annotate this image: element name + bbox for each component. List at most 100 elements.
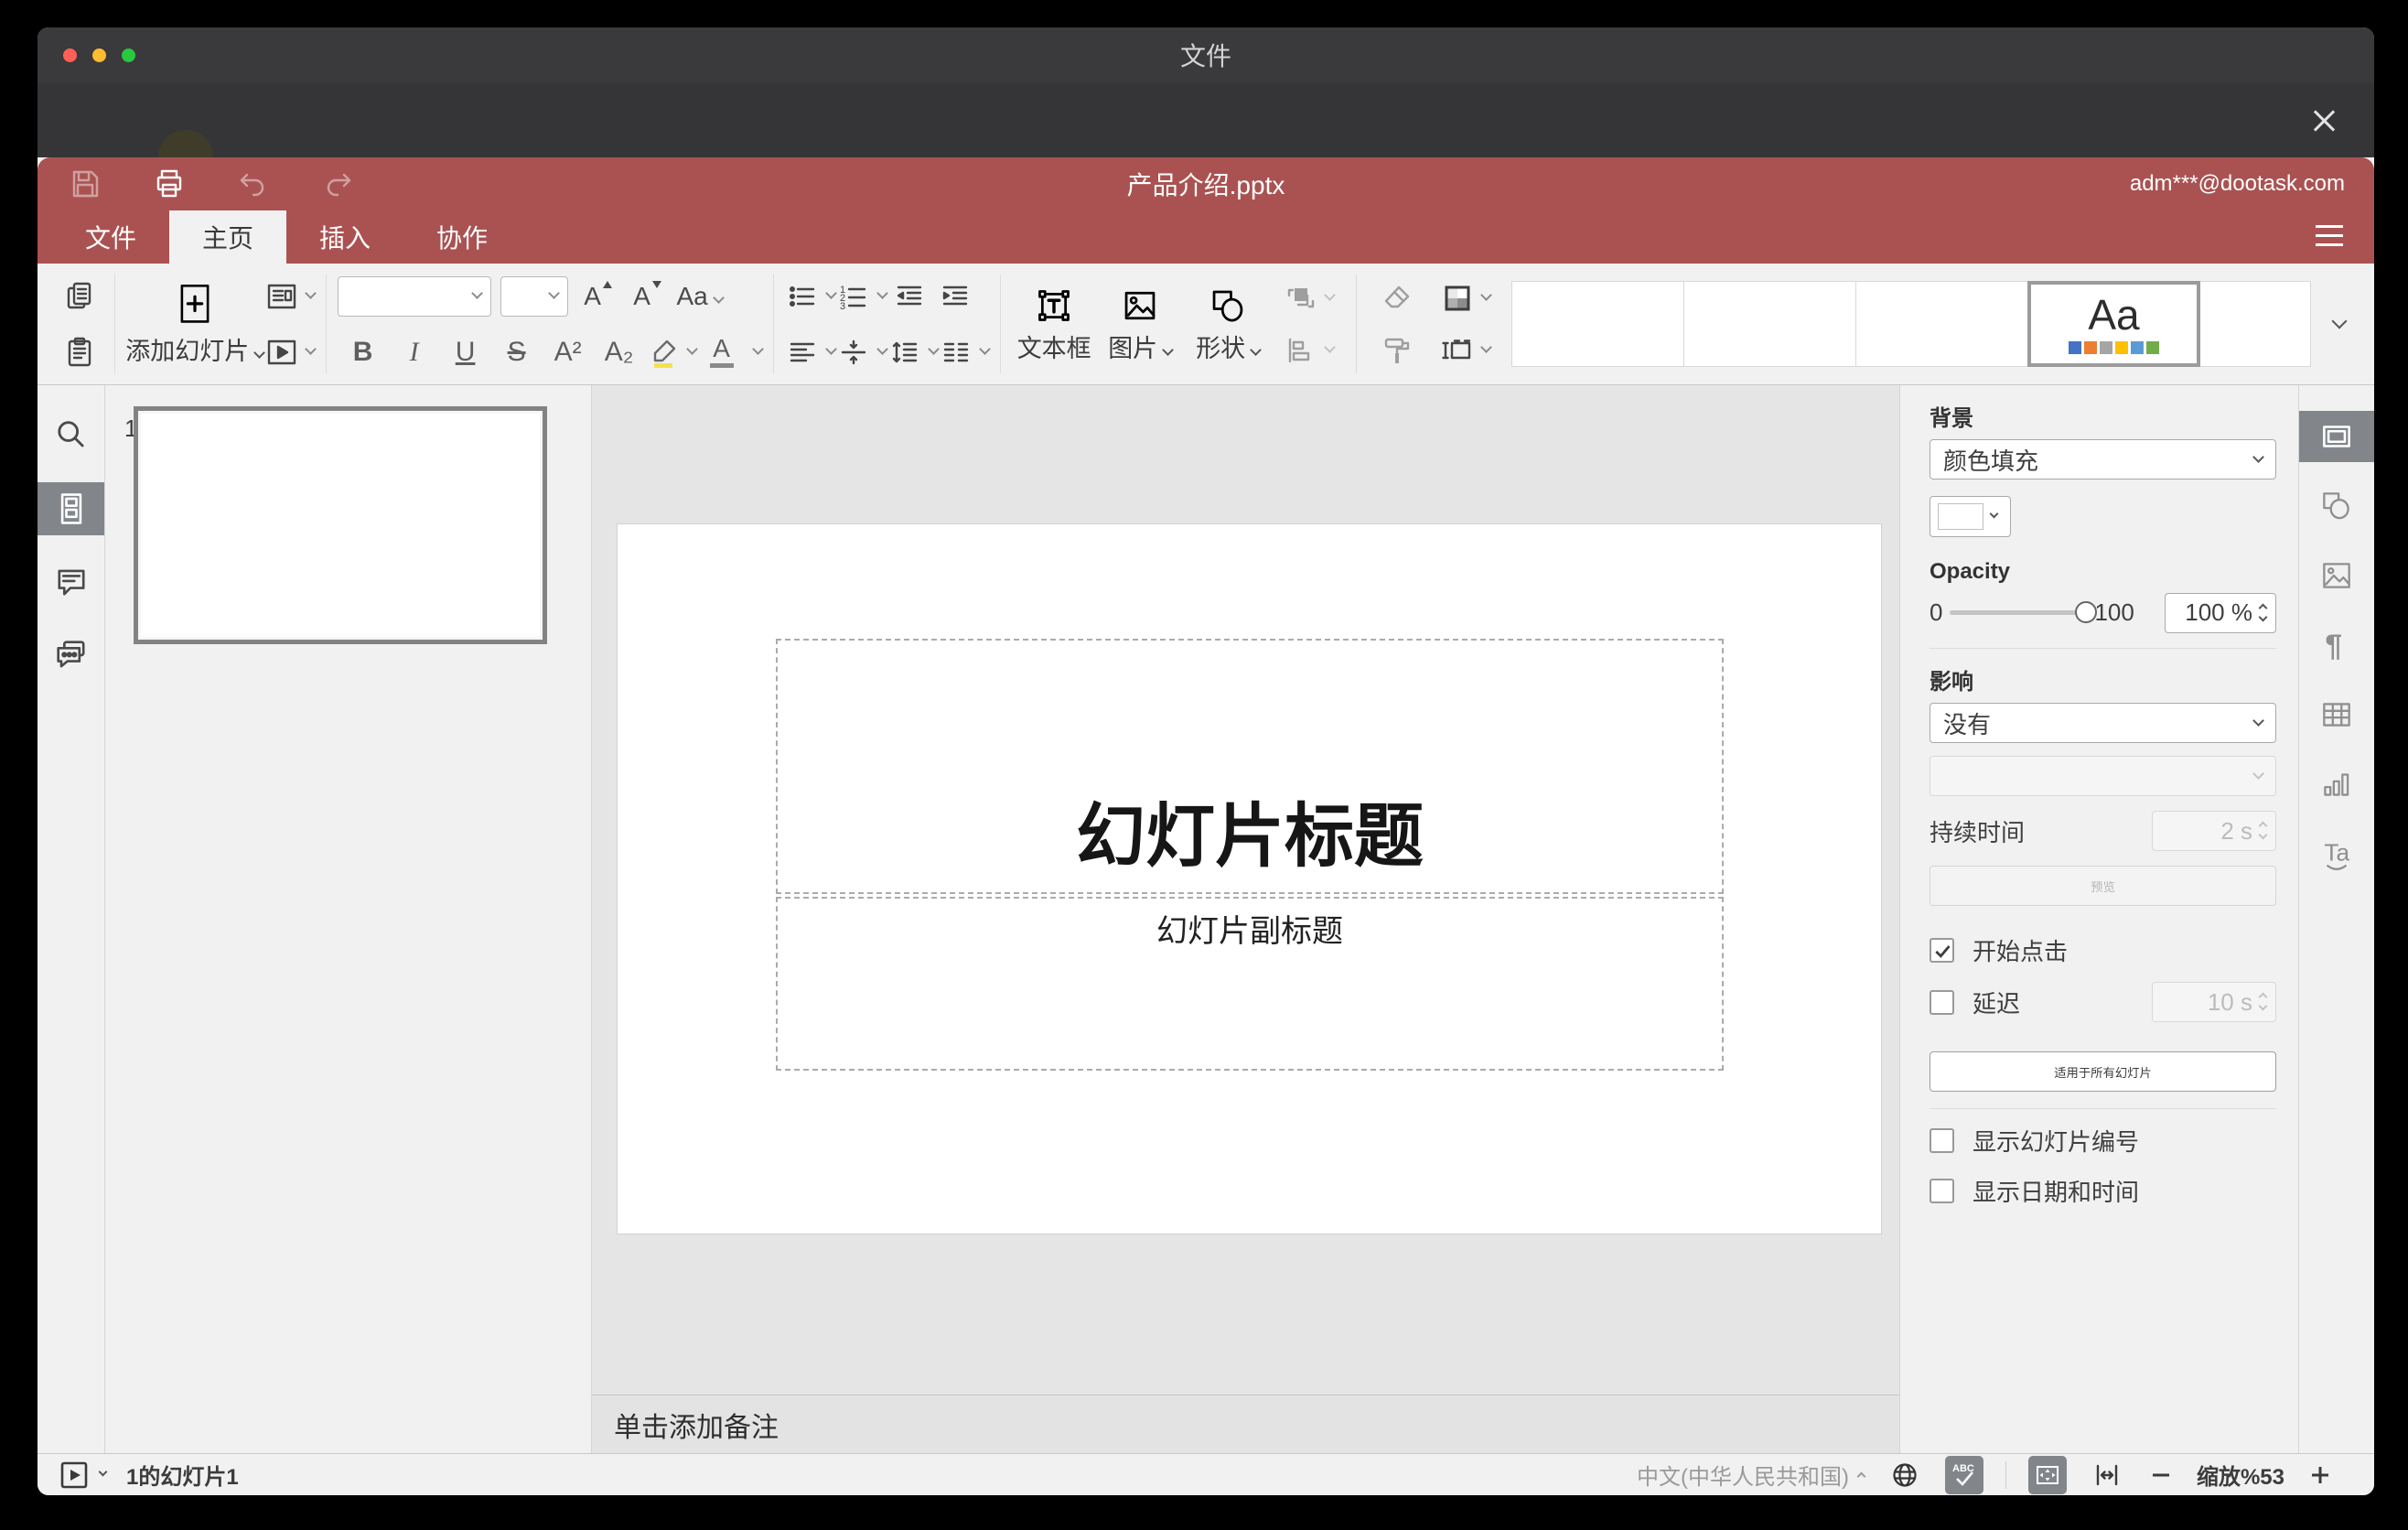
add-slide-button[interactable]: 添加幻灯片 [125,264,266,384]
bullets-button[interactable] [784,273,838,320]
superscript-button[interactable]: A² [543,329,594,376]
opacity-input[interactable]: 100 % [2165,592,2276,633]
numbered-list-button[interactable]: 123 [835,273,889,320]
title-placeholder[interactable]: 幻灯片标题 [776,639,1724,894]
zoom-out-button[interactable] [2147,1461,2175,1489]
fill-type-select[interactable]: 颜色填充 [1930,439,2276,479]
start-slideshow-status-button[interactable] [58,1459,108,1492]
show-date-checkbox[interactable] [1930,1179,1954,1203]
redo-icon[interactable] [319,166,356,202]
theme-thumbnail[interactable] [1854,281,2028,367]
theme-thumbnail-selected[interactable]: Aa [2026,281,2200,367]
shape-settings-button[interactable] [2299,480,2374,532]
copy-button[interactable] [58,273,103,320]
fill-color-picker[interactable] [1930,496,2011,537]
clear-style-button[interactable] [1368,275,1426,322]
vertical-align-button[interactable] [835,329,889,376]
increase-indent-button[interactable] [932,273,978,320]
increase-font-button[interactable]: A [568,273,618,320]
font-color-button[interactable]: A [696,329,747,376]
show-date-row: 显示日期和时间 [1930,1174,2276,1208]
line-spacing-button[interactable] [887,329,941,376]
zoom-in-button[interactable] [2306,1461,2334,1489]
spin-up-icon [2258,992,2268,1002]
slide-settings-button[interactable] [2299,411,2374,462]
insert-image-button[interactable]: 图片 [1096,285,1184,364]
start-slideshow-button[interactable] [263,329,317,376]
arrange-shape-button[interactable] [1272,275,1345,322]
slides-panel-button[interactable] [38,482,104,535]
align-shape-button[interactable] [1272,327,1345,374]
highlight-color-button[interactable] [645,329,698,376]
slide-thumbnail-1[interactable] [134,406,547,644]
slide-layout-button[interactable] [263,273,317,320]
chart-settings-button[interactable] [2299,759,2374,810]
delay-checkbox[interactable] [1930,989,1954,1015]
copy-style-button[interactable] [1368,327,1426,374]
language-select[interactable]: 中文(中华人民共和国) [1637,1459,1866,1491]
insert-textbox-button[interactable]: 文本框 [1012,285,1096,364]
menu-icon[interactable] [2316,225,2343,246]
main-content: 1 幻灯片标题 幻灯片副标题 单击添加备注 背景 颜色填充 Opacity 0 … [38,385,2374,1453]
decrease-font-button[interactable]: A [618,273,667,320]
font-name-select[interactable] [337,275,491,317]
fit-to-width-button[interactable] [2089,1457,2125,1493]
subtitle-placeholder[interactable]: 幻灯片副标题 [776,897,1724,1071]
paragraph-settings-button[interactable]: ¶ [2299,620,2374,671]
spin-down-icon[interactable] [2258,612,2268,621]
table-settings-button[interactable] [2299,689,2374,740]
search-button[interactable] [38,409,104,462]
spellcheck-button[interactable]: ABC [1944,1455,1983,1494]
slide-subtitle-text: 幻灯片副标题 [1156,914,1343,949]
strikethrough-button[interactable]: S [491,329,543,376]
apply-to-all-slides-button[interactable]: 适用于所有幻灯片 [1930,1051,2276,1092]
close-traffic-light[interactable] [63,48,77,62]
effect-type-select [1930,756,2276,796]
decrease-indent-button[interactable] [887,273,932,320]
notes-area[interactable]: 单击添加备注 [592,1395,1899,1453]
subscript-button[interactable]: A₂ [594,329,645,376]
theme-gallery-expand-button[interactable] [2311,313,2361,329]
tab-insert[interactable]: 插入 [286,210,403,264]
chevron-down-icon [304,343,317,355]
tab-collaboration[interactable]: 协作 [403,210,521,264]
insert-shape-button[interactable]: 形状 [1184,285,1272,364]
start-on-click-checkbox[interactable] [1930,938,1954,963]
bold-button[interactable]: B [338,329,389,376]
chat-button[interactable] [38,629,104,682]
underline-button[interactable]: U [440,329,491,376]
paste-button[interactable] [58,329,103,376]
columns-button[interactable] [938,329,992,376]
set-language-button[interactable] [1887,1457,1923,1493]
print-icon[interactable] [151,166,188,202]
effect-select[interactable]: 没有 [1930,703,2276,743]
font-size-select[interactable] [500,275,568,317]
textart-settings-button[interactable]: Ta [2299,828,2374,879]
undo-icon[interactable] [235,166,272,202]
fit-to-slide-button[interactable] [2027,1455,2067,1494]
horizontal-align-button[interactable] [784,329,838,376]
spin-up-icon [2258,821,2268,831]
image-settings-button[interactable] [2299,550,2374,601]
change-case-button[interactable]: Aa [667,273,733,320]
window-title: 文件 [1179,42,1231,70]
show-slide-number-checkbox[interactable] [1930,1128,1954,1153]
select-colors-button[interactable] [1426,275,1503,322]
minimize-traffic-light[interactable] [92,48,106,62]
maximize-traffic-light[interactable] [122,48,135,62]
save-icon[interactable] [67,166,103,202]
italic-button[interactable]: I [389,329,440,376]
spin-up-icon[interactable] [2258,603,2268,612]
decrease-font-letter: A [633,281,650,310]
opacity-slider[interactable] [1950,601,2098,623]
tab-home[interactable]: 主页 [169,210,287,264]
app-window: 文件 产品介绍.pptx adm***@dootask.com 文件 主页 插入… [38,27,2374,1495]
close-icon[interactable] [2308,104,2341,137]
add-slide-icon [175,282,215,328]
slide-size-button[interactable] [1426,327,1503,374]
theme-thumbnail[interactable] [1510,281,1684,367]
theme-thumbnail[interactable] [2198,281,2311,367]
theme-thumbnail[interactable] [1682,281,1856,367]
tab-file[interactable]: 文件 [52,210,169,264]
comments-button[interactable] [38,555,104,609]
